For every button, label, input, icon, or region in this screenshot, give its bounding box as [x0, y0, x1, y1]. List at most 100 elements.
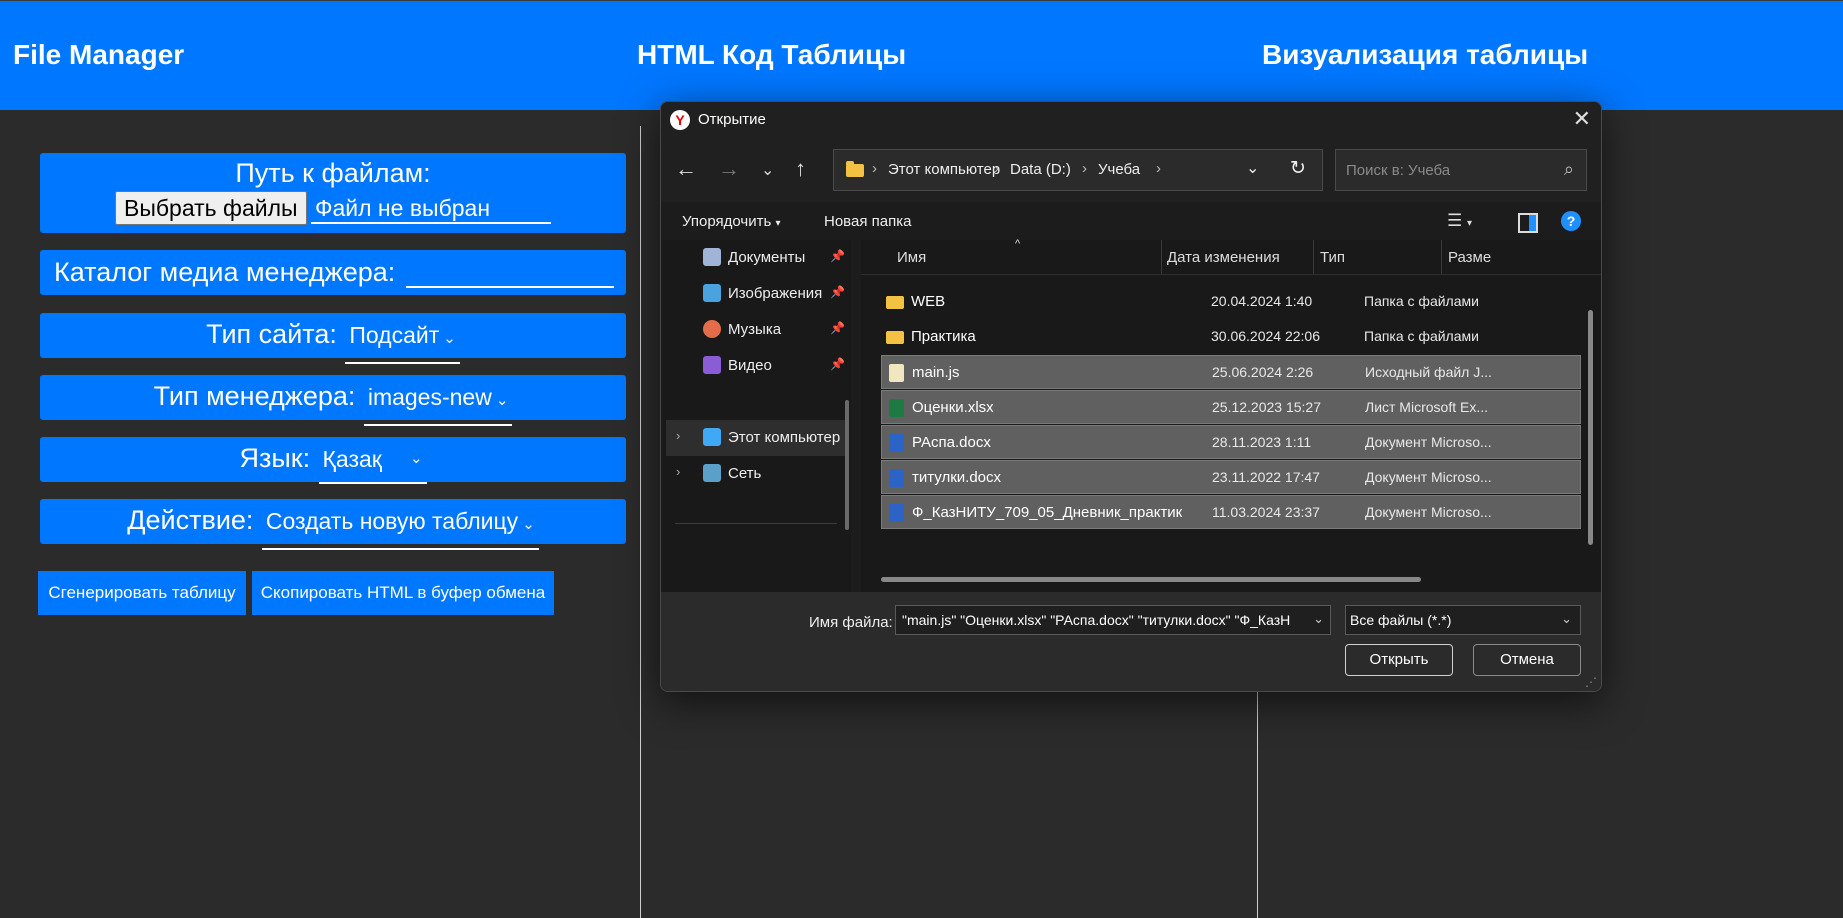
nav-divider	[675, 523, 837, 524]
nav-item-pictures[interactable]: Изображения 📌	[703, 276, 851, 312]
filetype-select[interactable]: Все файлы (*.*) ⌄	[1345, 605, 1581, 635]
file-name: main.js	[912, 364, 960, 381]
language-select[interactable]: Қазақ ⌄	[318, 438, 427, 484]
nav-item-label: Музыка	[728, 321, 782, 338]
back-arrow-icon[interactable]: ←	[675, 156, 697, 182]
filename-value: "main.js" "Оценки.xlsx" "РАспа.docx" "ти…	[902, 612, 1291, 628]
close-icon[interactable]: ✕	[1573, 106, 1591, 132]
breadcrumb-folder[interactable]: Учеба	[1098, 161, 1140, 178]
dialog-footer: Имя файла: "main.js" "Оценки.xlsx" "РАсп…	[661, 592, 1601, 691]
preview-pane-icon[interactable]	[1518, 213, 1538, 233]
catalog-input[interactable]	[405, 258, 614, 288]
column-size[interactable]: Разме	[1448, 249, 1491, 266]
file-date: 30.06.2024 22:06	[1211, 328, 1320, 344]
pictures-icon	[703, 284, 721, 302]
site-type-label: Тип сайта:	[206, 319, 337, 349]
column-type[interactable]: Тип	[1320, 249, 1345, 266]
html-code-title: HTML Код Таблицы	[637, 39, 907, 70]
chevron-down-icon: ⌄	[443, 330, 456, 347]
file-row[interactable]: Ф_КазНИТУ_709_05_Дневник_практики,... 11…	[881, 495, 1581, 529]
file-date: 20.04.2024 1:40	[1211, 293, 1313, 309]
dialog-title: Открытие	[698, 111, 766, 128]
column-divider[interactable]	[1441, 240, 1442, 274]
file-row[interactable]: РАспа.docx 28.11.2023 1:11 Документ Micr…	[881, 425, 1581, 459]
file-date: 23.11.2022 17:47	[1212, 469, 1320, 485]
table-preview-title: Визуализация таблицы	[1262, 39, 1589, 70]
expand-chevron-icon[interactable]: ›	[676, 464, 680, 479]
cancel-button[interactable]: Отмена	[1473, 644, 1581, 676]
file-type: Исходный файл J...	[1365, 364, 1492, 380]
pin-icon: 📌	[830, 321, 845, 335]
file-row[interactable]: WEB 20.04.2024 1:40 Папка с файлами	[881, 285, 1581, 319]
choose-files-button[interactable]: Выбрать файлы	[115, 191, 307, 225]
help-icon[interactable]: ?	[1561, 211, 1581, 231]
file-row[interactable]: титулки.docx 23.11.2022 17:47 Документ M…	[881, 460, 1581, 494]
word-file-icon	[889, 434, 904, 452]
breadcrumb-computer[interactable]: Этот компьютер	[888, 161, 1000, 178]
language-label: Язык:	[239, 443, 311, 473]
file-path-panel: Путь к файлам: Выбрать файлы Файл не выб…	[40, 153, 626, 233]
filename-label: Имя файла:	[809, 614, 893, 631]
up-arrow-icon[interactable]: ↑	[795, 156, 806, 182]
file-status-text: Файл не выбран	[311, 195, 551, 224]
column-divider[interactable]	[1161, 240, 1162, 274]
address-dropdown-icon[interactable]: ⌄	[1246, 158, 1259, 178]
file-path-label: Путь к файлам:	[235, 158, 431, 188]
resize-grip-icon[interactable]: ⋰	[1585, 675, 1597, 689]
vertical-scrollbar[interactable]	[1588, 310, 1593, 545]
file-row[interactable]: Оценки.xlsx 25.12.2023 15:27 Лист Micros…	[881, 390, 1581, 424]
manager-type-select[interactable]: images-new ⌄	[363, 376, 513, 426]
action-select[interactable]: Создать новую таблицу ⌄	[261, 500, 539, 550]
new-folder-button[interactable]: Новая папка	[824, 213, 911, 230]
catalog-label: Каталог медиа менеджера:	[54, 257, 396, 287]
nav-item-music[interactable]: Музыка 📌	[703, 312, 851, 348]
column-name[interactable]: Имя	[897, 249, 926, 266]
search-box[interactable]: Поиск в: Учеба ⌕	[1335, 149, 1587, 191]
view-options-icon[interactable]: ☰ ▾	[1447, 211, 1472, 231]
column-divider-1	[640, 126, 641, 918]
forward-arrow-icon[interactable]: →	[718, 156, 740, 182]
language-panel: Язык: Қазақ ⌄	[40, 437, 626, 484]
page-header: File Manager HTML Код Таблицы Визуализац…	[0, 0, 1843, 110]
filename-input[interactable]: "main.js" "Оценки.xlsx" "РАспа.docx" "ти…	[895, 605, 1331, 635]
pin-icon: 📌	[830, 249, 845, 263]
sort-up-icon: ^	[1015, 238, 1021, 250]
nav-item-network[interactable]: › Сеть	[666, 456, 846, 492]
horizontal-scrollbar[interactable]	[881, 577, 1421, 582]
manager-type-panel: Тип менеджера: images-new ⌄	[40, 375, 626, 426]
site-type-select[interactable]: Подсайт ⌄	[345, 314, 460, 364]
nav-item-label: Документы	[728, 249, 806, 266]
refresh-icon[interactable]: ↻	[1290, 157, 1306, 180]
expand-chevron-icon[interactable]: ›	[676, 428, 680, 443]
folder-icon	[846, 161, 864, 177]
copy-html-button[interactable]: Скопировать HTML в буфер обмена	[252, 571, 554, 615]
nav-item-this-pc[interactable]: › Этот компьютер	[666, 420, 846, 456]
nav-item-documents[interactable]: Документы 📌	[703, 240, 851, 276]
open-button[interactable]: Открыть	[1345, 644, 1453, 676]
breadcrumb-drive[interactable]: Data (D:)	[1010, 161, 1071, 178]
file-row[interactable]: Практика 30.06.2024 22:06 Папка с файлам…	[881, 320, 1581, 354]
chevron-down-icon[interactable]: ⌄	[1313, 611, 1324, 627]
file-date: 28.11.2023 1:11	[1212, 434, 1312, 450]
action-panel: Действие: Создать новую таблицу ⌄	[40, 499, 626, 550]
chevron-down-icon: ⌄	[409, 450, 423, 467]
breadcrumb-separator: ›	[1082, 160, 1087, 177]
word-file-icon	[889, 504, 904, 522]
chevron-down-icon: ⌄	[522, 516, 535, 533]
file-manager-title: File Manager	[13, 39, 185, 70]
dialog-toolbar: Упорядочить ▾ Новая папка ☰ ▾ ?	[661, 202, 1601, 240]
dialog-titlebar: Y Открытие ✕	[661, 102, 1601, 138]
column-divider[interactable]	[1313, 240, 1314, 274]
recent-chevron-icon[interactable]: ⌄	[761, 160, 774, 180]
address-bar[interactable]: › Этот компьютер › Data (D:) › Учеба › ⌄…	[833, 149, 1323, 191]
file-name: Ф_КазНИТУ_709_05_Дневник_практики,...	[912, 504, 1182, 521]
filetype-value: Все файлы (*.*)	[1350, 612, 1452, 628]
nav-scrollbar[interactable]	[845, 400, 849, 530]
nav-item-video[interactable]: Видео 📌	[703, 348, 851, 384]
organize-menu[interactable]: Упорядочить ▾	[682, 213, 780, 230]
file-row[interactable]: main.js 25.06.2024 2:26 Исходный файл J.…	[881, 355, 1581, 389]
chevron-down-icon: ⌄	[495, 392, 509, 409]
generate-table-button[interactable]: Сгенерировать таблицу	[38, 571, 246, 615]
column-date[interactable]: Дата изменения	[1167, 249, 1280, 266]
network-icon	[703, 464, 721, 482]
